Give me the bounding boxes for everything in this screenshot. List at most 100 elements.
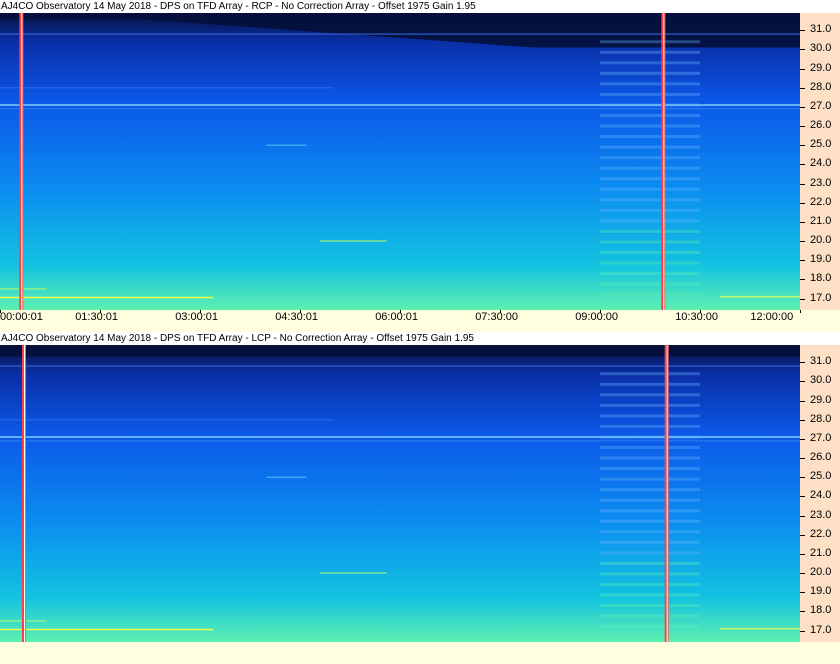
time-marker <box>664 345 667 642</box>
spectrogram-lcp <box>0 345 800 642</box>
panel-title-lcp: AJ4CO Observatory 14 May 2018 - DPS on T… <box>0 332 840 345</box>
burst-striation <box>600 509 700 513</box>
burst-striation <box>600 540 700 544</box>
burst-striation <box>600 103 700 107</box>
burst-striation <box>600 114 700 118</box>
y-tick <box>800 592 805 594</box>
frequency-axis-lcp: 31.0 30.0 29.0 28.0 27.0 26.0 25.0 24.0 23.0 22.0… <box>800 345 840 642</box>
burst-striation <box>600 251 700 255</box>
y-tick-label: 28.0 <box>810 80 832 93</box>
y-tick <box>800 145 805 147</box>
burst-striation <box>600 372 700 376</box>
burst-striation <box>600 593 700 597</box>
y-tick <box>800 438 805 440</box>
y-tick <box>800 241 805 243</box>
burst-striation <box>600 424 700 428</box>
burst-striation <box>600 561 700 565</box>
burst-striation <box>600 467 700 471</box>
burst-striation <box>600 166 700 170</box>
x-tick-label: 03:00:01 <box>175 311 219 323</box>
time-axis-rcp: 00:00:01 01:30:01 03:00:01 04:30:01 06:00:01… <box>0 310 840 332</box>
y-tick-label: 23.0 <box>810 176 832 189</box>
y-tick <box>800 400 805 402</box>
y-tick-label: 17.0 <box>810 291 832 304</box>
burst-striation <box>600 551 700 555</box>
burst-striation <box>600 50 700 54</box>
burst-striation <box>600 614 700 618</box>
time-marker <box>19 13 22 310</box>
burst-striation <box>600 435 700 439</box>
burst-striation <box>600 40 700 44</box>
y-tick-label: 27.0 <box>810 99 832 112</box>
time-marker <box>663 13 665 310</box>
spectrogram-plot <box>0 345 800 642</box>
burst-striation <box>600 229 700 233</box>
time-marker <box>664 13 666 310</box>
burst-striation <box>600 71 700 75</box>
y-tick-label: 27.0 <box>810 431 832 444</box>
y-tick-label: 17.0 <box>810 623 832 636</box>
y-tick <box>800 68 805 70</box>
y-tick <box>800 419 805 421</box>
burst-striation <box>600 625 700 629</box>
y-tick <box>800 534 805 536</box>
y-tick <box>800 30 805 32</box>
y-tick <box>800 381 805 383</box>
burst-striation <box>600 198 700 202</box>
y-tick-label: 21.0 <box>810 546 832 559</box>
burst-striation <box>600 498 700 502</box>
time-marker <box>666 345 668 642</box>
burst-striation <box>600 82 700 86</box>
y-tick-label: 30.0 <box>810 42 832 55</box>
y-tick-label: 26.0 <box>810 451 832 464</box>
burst-striation <box>600 92 700 96</box>
y-tick <box>800 164 805 166</box>
y-tick-label: 18.0 <box>810 604 832 617</box>
y-tick-label: 29.0 <box>810 393 832 406</box>
spectrogram-plot <box>0 13 800 310</box>
quiet-band <box>0 345 800 357</box>
y-tick <box>800 496 805 498</box>
burst-striation <box>600 240 700 244</box>
panel-title-rcp: AJ4CO Observatory 14 May 2018 - DPS on T… <box>0 0 840 13</box>
y-tick <box>800 298 805 300</box>
y-tick-label: 19.0 <box>810 585 832 598</box>
y-tick-label: 24.0 <box>810 489 832 502</box>
y-tick <box>800 458 805 460</box>
y-tick-label: 30.0 <box>810 374 832 387</box>
y-tick-label: 28.0 <box>810 412 832 425</box>
burst-striation <box>600 572 700 576</box>
x-tick-label: 09:00:00 <box>575 311 619 323</box>
y-tick-label: 21.0 <box>810 214 832 227</box>
burst-striation <box>600 219 700 223</box>
y-tick-label: 25.0 <box>810 138 832 151</box>
burst-striation <box>600 61 700 65</box>
spectrogram-rcp <box>0 13 800 310</box>
y-tick-label: 24.0 <box>810 157 832 170</box>
burst-striation <box>600 282 700 286</box>
y-tick <box>800 362 805 364</box>
y-tick-label: 20.0 <box>810 234 832 247</box>
y-tick <box>800 260 805 262</box>
x-tick-label: 06:00:01 <box>375 311 419 323</box>
y-tick-label: 25.0 <box>810 470 832 483</box>
burst-striation <box>600 124 700 128</box>
y-tick <box>800 630 805 632</box>
burst-striation <box>600 446 700 450</box>
burst-striation <box>600 604 700 608</box>
burst-striation <box>600 177 700 181</box>
burst-striation <box>600 477 700 481</box>
time-axis-lcp <box>0 642 840 664</box>
time-marker <box>661 13 664 310</box>
y-tick <box>800 49 805 51</box>
burst-striation <box>600 456 700 460</box>
y-tick <box>800 553 805 555</box>
y-tick <box>800 477 805 479</box>
y-tick <box>800 573 805 575</box>
y-tick <box>800 126 805 128</box>
y-tick-label: 31.0 <box>810 355 832 368</box>
y-tick-label: 18.0 <box>810 272 832 285</box>
y-tick <box>800 106 805 108</box>
y-tick <box>800 611 805 613</box>
burst-striation <box>600 488 700 492</box>
